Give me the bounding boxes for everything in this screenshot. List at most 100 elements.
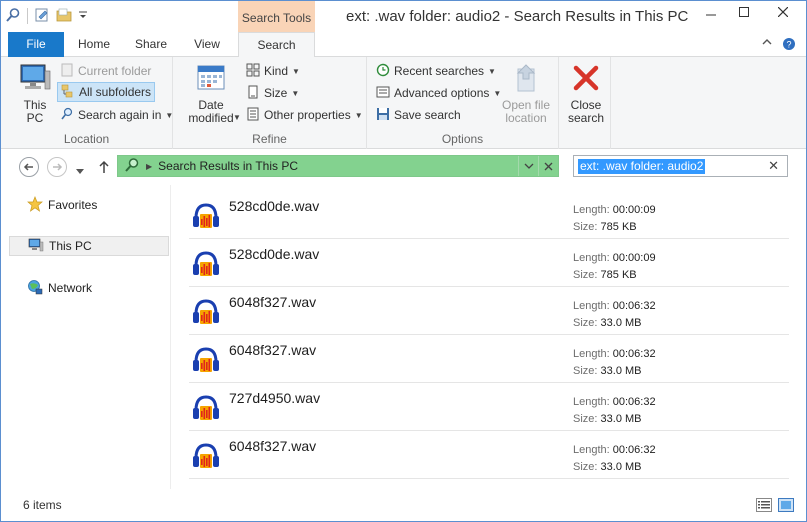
file-row[interactable]: 6048f327.wav Length: 00:06:32 Size: 33.0 M…	[189, 431, 789, 479]
view-switcher	[756, 498, 794, 515]
size-value: 33.0 MB	[600, 461, 642, 473]
location-group-label: Location	[63, 132, 110, 146]
this-pc-label: This PC	[23, 98, 47, 125]
search-icon[interactable]	[5, 7, 21, 26]
this-pc-button[interactable]: This PC	[15, 63, 55, 125]
details-view-icon[interactable]	[756, 498, 772, 515]
search-input[interactable]: ext: .wav folder: audio2	[578, 158, 706, 174]
audacity-headphones-icon	[191, 345, 221, 378]
up-arrow-icon[interactable]	[98, 160, 110, 177]
breadcrumb-search-results[interactable]: Search Results in This PC	[158, 159, 298, 173]
file-length: Length: 00:06:32	[573, 298, 656, 315]
address-dropdown-icon[interactable]	[518, 156, 538, 176]
save-search-label: Save search	[394, 108, 461, 122]
size-label: Size:	[573, 269, 598, 281]
address-row: ▶ Search Results in This PC ext: .wav fo…	[1, 149, 806, 185]
forward-button[interactable]	[47, 157, 67, 177]
file-name: 528cd0de.wav	[229, 246, 320, 262]
size-value: 33.0 MB	[600, 365, 642, 377]
current-folder-label: Current folder	[78, 64, 152, 78]
recent-locations-icon[interactable]	[76, 164, 84, 178]
save-search-button[interactable]: Save search	[373, 105, 464, 125]
size-label: Size:	[573, 317, 598, 329]
nav-item-this-pc[interactable]: This PC	[9, 236, 169, 256]
clear-address-icon[interactable]	[538, 156, 558, 176]
help-icon[interactable]: ?	[782, 37, 796, 54]
length-label: Length:	[573, 204, 610, 216]
size-label: Size:	[573, 413, 598, 425]
tab-share[interactable]: Share	[125, 32, 177, 57]
file-row[interactable]: 6048f327.wav Length: 00:06:32 Size: 33.0 M…	[189, 287, 789, 335]
nav-item-favorites[interactable]: Favorites	[9, 195, 169, 215]
new-folder-icon[interactable]	[56, 7, 72, 26]
search-box[interactable]: ext: .wav folder: audio2 ✕	[573, 155, 788, 177]
open-file-location-button[interactable]: Open file location	[499, 63, 553, 125]
current-folder-button[interactable]: Current folder	[57, 61, 154, 81]
size-button[interactable]: Size ▼	[243, 83, 302, 103]
tab-file[interactable]: File	[8, 32, 64, 57]
size-value: 785 KB	[600, 269, 637, 281]
file-size: Size: 33.0 MB	[573, 363, 656, 380]
tab-view[interactable]: View	[182, 32, 232, 57]
qat-dropdown-icon[interactable]	[78, 7, 88, 26]
back-button[interactable]	[19, 157, 39, 177]
date-modified-label: Date modified	[188, 98, 234, 125]
clear-search-icon[interactable]: ✕	[768, 158, 779, 174]
collapse-ribbon-icon[interactable]	[762, 37, 772, 54]
file-row[interactable]: 6048f327.wav Length: 00:06:32 Size: 33.0 M…	[189, 335, 789, 383]
file-meta: Length: 00:00:09 Size: 785 KB	[573, 202, 656, 236]
nav-item-network[interactable]: Network	[9, 278, 169, 298]
properties-icon[interactable]	[34, 7, 50, 26]
folder-icon	[60, 63, 74, 80]
tab-search[interactable]: Search	[238, 32, 315, 58]
status-bar: 6 items	[1, 489, 806, 521]
nav-network-label: Network	[48, 281, 93, 295]
refine-group: Date modified ▼ Kind ▼ Size ▼ Other prop…	[173, 57, 367, 149]
size-label: Size:	[573, 365, 598, 377]
search-again-in-button[interactable]: Search again in ▼	[57, 105, 176, 125]
all-subfolders-button[interactable]: All subfolders	[57, 82, 156, 102]
size-icon	[246, 85, 260, 102]
file-length: Length: 00:06:32	[573, 394, 656, 411]
file-size: Size: 785 KB	[573, 219, 656, 236]
chevron-down-icon: ▼	[291, 88, 300, 98]
large-icons-view-icon[interactable]	[778, 498, 794, 515]
length-value: 00:00:09	[612, 204, 656, 216]
minimize-button[interactable]	[694, 1, 727, 23]
file-list: 528cd0de.wav Length: 00:00:09 Size: 785 KB…	[189, 191, 789, 479]
window-controls	[694, 1, 806, 23]
file-row[interactable]: 528cd0de.wav Length: 00:00:09 Size: 785 KB	[189, 191, 789, 239]
other-properties-label: Other properties	[264, 108, 351, 122]
breadcrumb: ▶ Search Results in This PC	[124, 157, 298, 176]
address-bar-controls	[518, 156, 558, 176]
length-value: 00:00:09	[612, 252, 656, 264]
length-value: 00:06:32	[612, 396, 656, 408]
size-value: 33.0 MB	[600, 413, 642, 425]
advanced-options-label: Advanced options	[394, 86, 490, 100]
recent-searches-button[interactable]: Recent searches ▼	[373, 61, 499, 81]
network-icon	[27, 279, 43, 298]
tab-home[interactable]: Home	[69, 32, 119, 57]
advanced-options-button[interactable]: Advanced options ▼	[373, 83, 504, 103]
maximize-button[interactable]	[727, 1, 760, 23]
options-group-label: Options	[441, 132, 484, 146]
file-row[interactable]: 727d4950.wav Length: 00:06:32 Size: 33.0 M…	[189, 383, 789, 431]
kind-icon	[246, 63, 260, 80]
title-bar: Search Tools ext: .wav folder: audio2 - …	[1, 1, 806, 32]
breadcrumb-chevron-icon[interactable]: ▶	[146, 162, 152, 171]
size-label: Size:	[573, 461, 598, 473]
file-meta: Length: 00:06:32 Size: 33.0 MB	[573, 346, 656, 380]
file-meta: Length: 00:00:09 Size: 785 KB	[573, 250, 656, 284]
ribbon-right-controls: ?	[762, 37, 796, 54]
date-modified-button[interactable]: Date modified	[181, 63, 241, 125]
other-properties-button[interactable]: Other properties ▼	[243, 105, 366, 125]
address-bar[interactable]: ▶ Search Results in This PC	[117, 155, 559, 177]
close-search-button[interactable]: Close search	[565, 63, 607, 125]
computer-icon	[28, 237, 44, 256]
subfolders-icon	[61, 84, 75, 101]
kind-button[interactable]: Kind ▼	[243, 61, 303, 81]
file-size: Size: 33.0 MB	[573, 459, 656, 476]
file-row[interactable]: 528cd0de.wav Length: 00:00:09 Size: 785 KB	[189, 239, 789, 287]
close-window-button[interactable]	[760, 1, 806, 23]
file-meta: Length: 00:06:32 Size: 33.0 MB	[573, 394, 656, 428]
